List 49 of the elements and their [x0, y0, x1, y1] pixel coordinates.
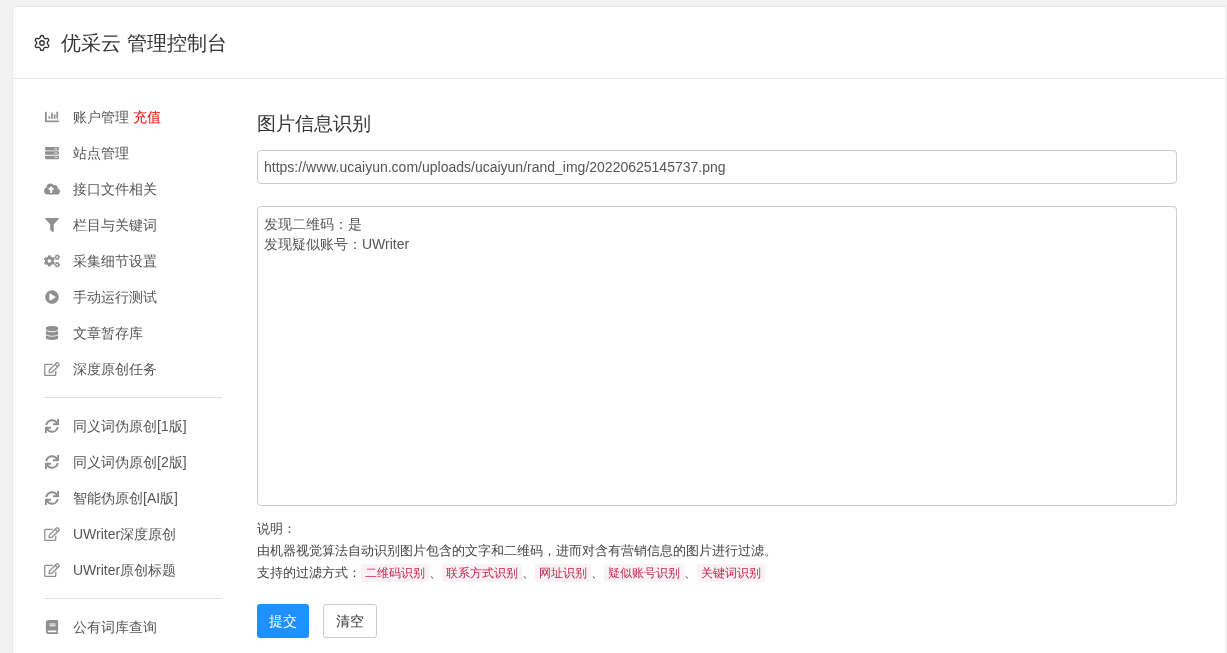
url-field[interactable]: https://www.ucaiyun.com/uploads/ucaiyun/rand_img/20220625145737.png [257, 150, 1177, 184]
edit-icon [44, 527, 60, 541]
result-line: 发现疑似账号：UWriter [264, 235, 410, 254]
play-icon [44, 290, 60, 304]
refresh-icon [44, 455, 60, 469]
refresh-icon [44, 419, 60, 433]
filter-icon [44, 218, 60, 232]
gears-icon [44, 254, 60, 268]
book-icon [44, 620, 60, 634]
sidebar-link[interactable]: 采集细节设置 [73, 250, 157, 272]
recharge-link[interactable]: 充值 [133, 106, 161, 128]
filter-method-tag: 二维码识别 [361, 564, 429, 582]
sidebar-link[interactable]: 智能伪原创[AI版] [73, 487, 178, 509]
database-icon [44, 326, 60, 340]
sidebar-link[interactable]: 接口文件相关 [73, 178, 157, 200]
separator: 、 [522, 564, 535, 582]
sidebar-link[interactable]: 深度原创任务 [73, 358, 157, 380]
section-title: 图片信息识别 [257, 112, 372, 136]
separator: 、 [591, 564, 604, 582]
filter-method-tag: 网址识别 [535, 564, 591, 582]
separator: 、 [429, 564, 442, 582]
sidebar-link[interactable]: 同义词伪原创[2版] [73, 451, 187, 473]
settings-icon [33, 33, 51, 52]
sidebar-link[interactable]: UWriter深度原创 [73, 523, 177, 545]
filter-method-tag: 关键词识别 [697, 564, 765, 582]
edit-icon [44, 362, 60, 376]
bar-chart-icon [44, 110, 60, 124]
sidebar-link[interactable]: 同义词伪原创[1版] [73, 415, 187, 437]
cloud-upload-icon [44, 182, 60, 196]
server-icon [44, 146, 60, 160]
filter-method-tag: 疑似账号识别 [604, 564, 684, 582]
filter-method-tag: 联系方式识别 [442, 564, 522, 582]
result-line: 发现二维码：是 [264, 215, 362, 234]
sidebar-link[interactable]: UWriter原创标题 [73, 559, 177, 581]
separator: 、 [684, 564, 697, 582]
notes-heading: 说明： [257, 520, 296, 538]
notes-description: 由机器视觉算法自动识别图片包含的文字和二维码，进而对含有营销信息的图片进行过滤。 [257, 542, 777, 560]
sidebar-link[interactable]: 手动运行测试 [73, 286, 157, 308]
sidebar-link[interactable]: 栏目与关键词 [73, 214, 157, 236]
console-title: 优采云 管理控制台 [61, 30, 227, 56]
sidebar-link[interactable]: 文章暂存库 [73, 322, 143, 344]
refresh-icon [44, 491, 60, 505]
clear-button[interactable]: 清空 [323, 604, 377, 638]
sidebar-link[interactable]: 公有词库查询 [73, 616, 157, 638]
result-textarea[interactable]: 发现二维码：是 发现疑似账号：UWriter [257, 206, 1177, 506]
filter-methods-label: 支持的过滤方式： [257, 564, 361, 582]
sidebar-link[interactable]: 账户管理 [73, 106, 129, 128]
edit-icon [44, 563, 60, 577]
sidebar-link[interactable]: 站点管理 [73, 142, 129, 164]
